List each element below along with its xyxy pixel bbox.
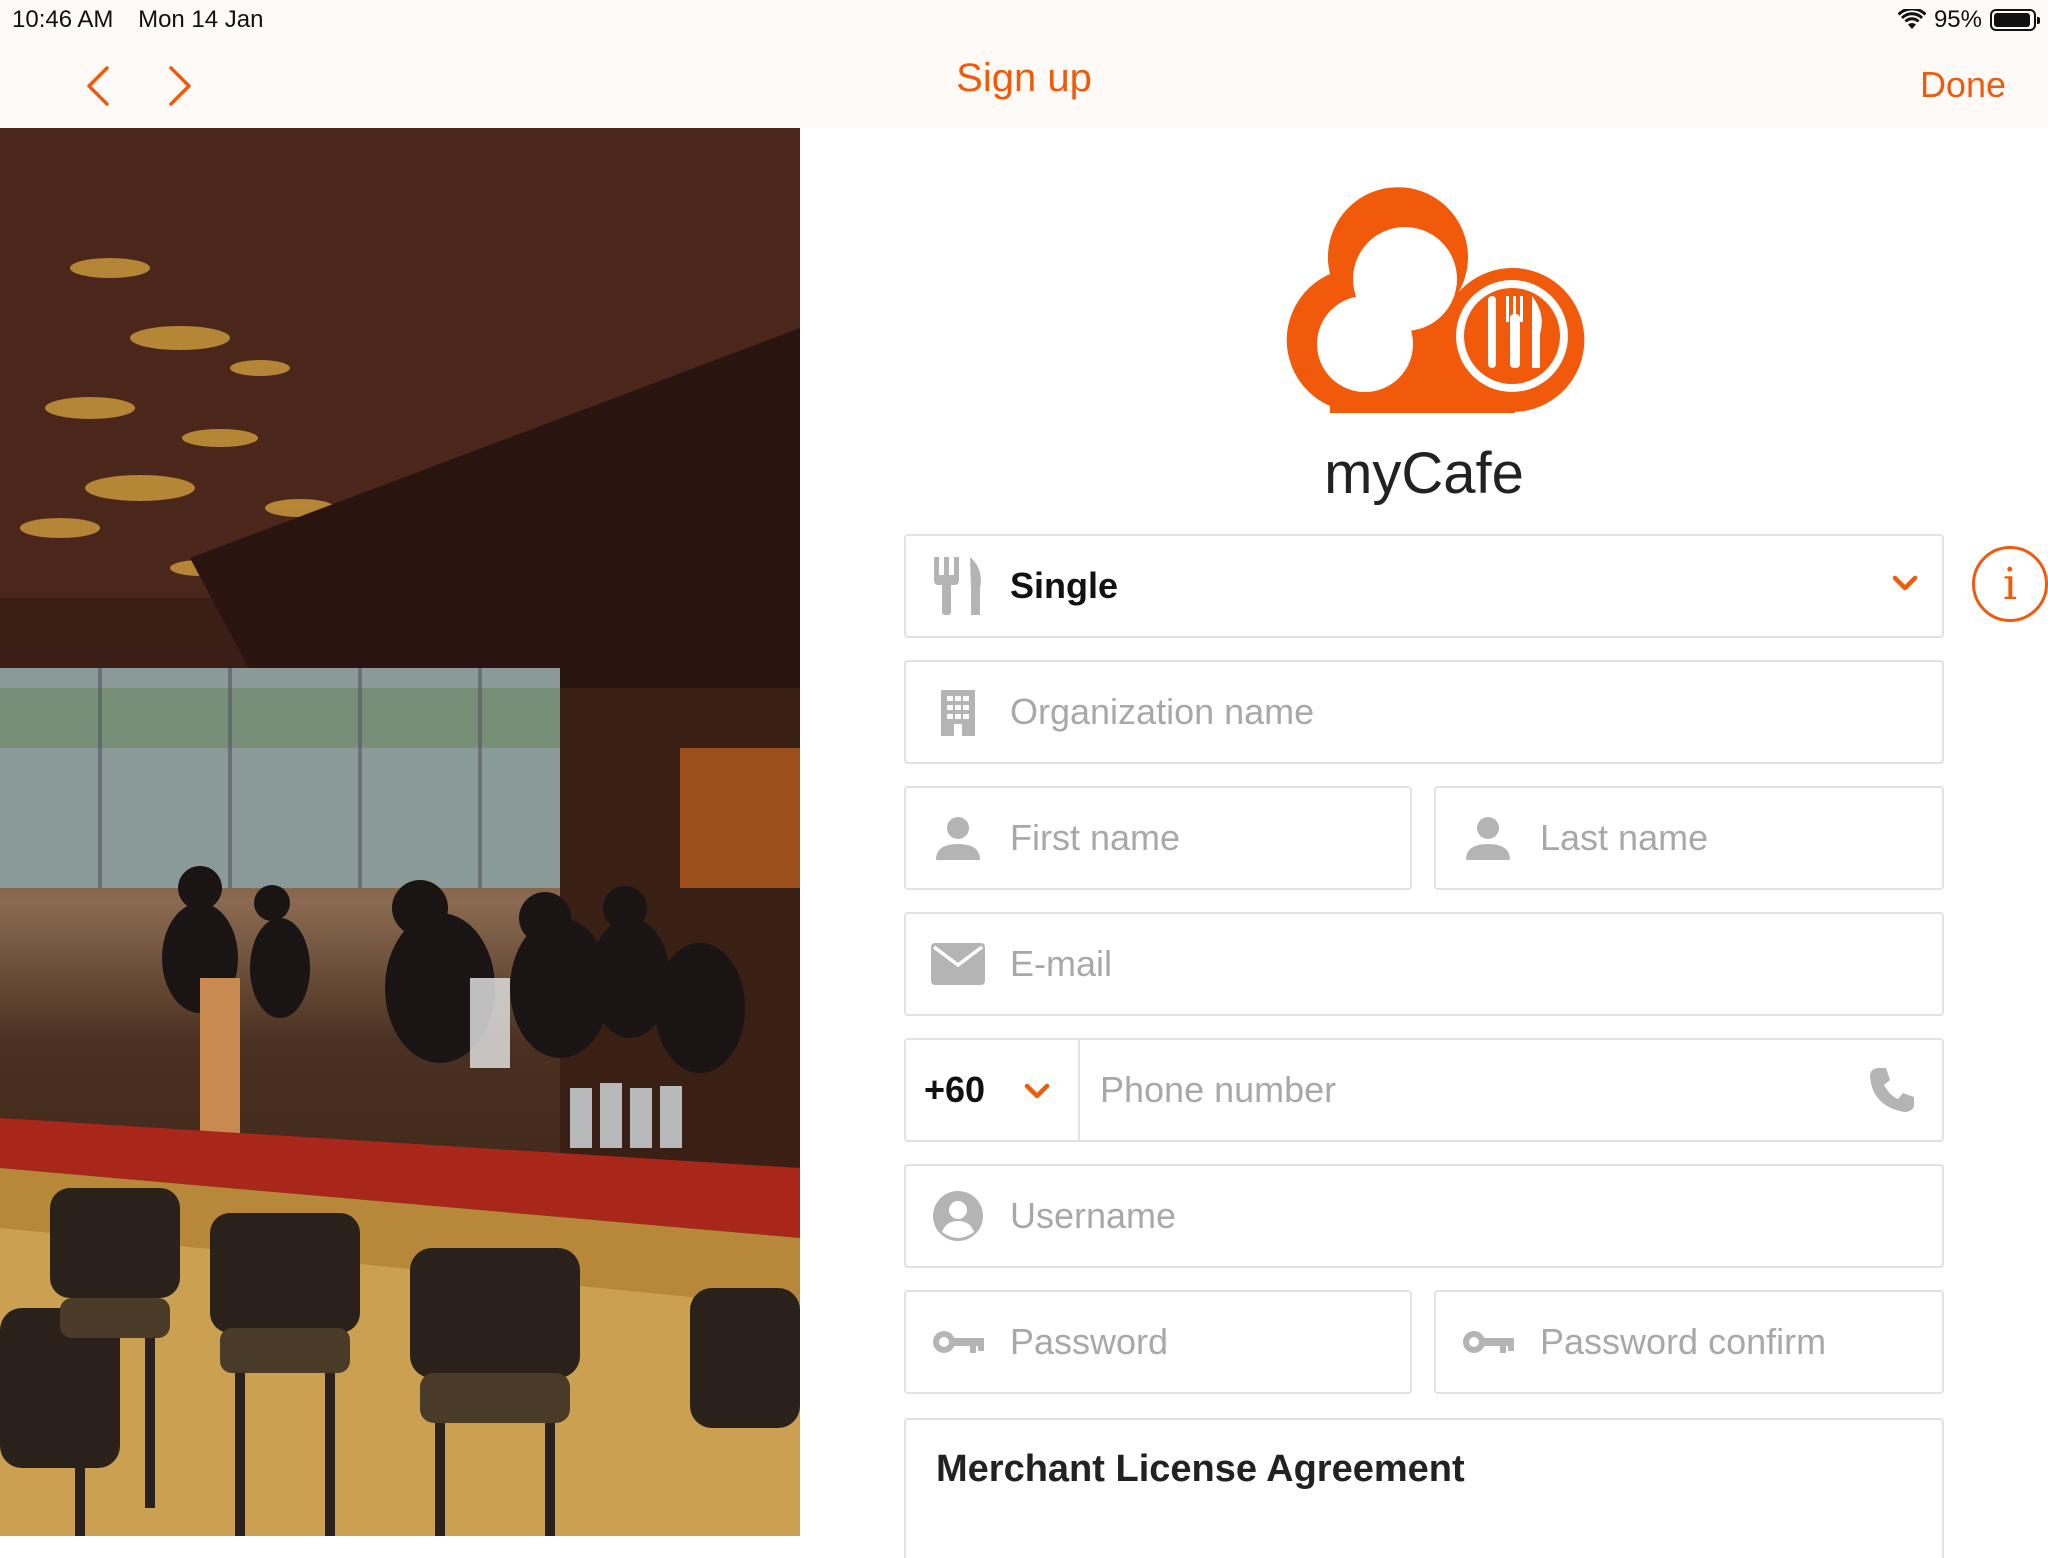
cafe-photo — [0, 128, 800, 1536]
phone-placeholder: Phone number — [1100, 1069, 1337, 1110]
key-icon — [1436, 1292, 1540, 1392]
phone-input[interactable]: Phone number — [1080, 1040, 1942, 1140]
business-type-value: Single — [1010, 565, 1119, 606]
email-placeholder: E-mail — [1010, 943, 1113, 984]
password-field[interactable]: Password — [904, 1290, 1412, 1394]
email-field[interactable]: E-mail — [904, 912, 1944, 1016]
last-name-placeholder: Last name — [1540, 817, 1709, 858]
country-code-select[interactable]: +60 — [906, 1040, 1080, 1140]
battery-fill — [1994, 13, 2031, 27]
status-date: Mon 14 Jan — [138, 6, 264, 33]
key-icon — [906, 1292, 1010, 1392]
username-placeholder: Username — [1010, 1195, 1177, 1236]
person-icon — [906, 788, 1010, 888]
info-icon: i — [2002, 558, 2018, 610]
last-name-field[interactable]: Last name — [1434, 786, 1944, 890]
password-confirm-placeholder: Password confirm — [1540, 1321, 1827, 1362]
battery-percent: 95% — [1933, 6, 1982, 33]
account-circle-icon — [906, 1166, 1010, 1266]
country-code-value: +60 — [924, 1069, 986, 1110]
first-name-field[interactable]: First name — [904, 786, 1412, 890]
restaurant-icon — [906, 536, 1010, 636]
status-left: 10:46 AM Mon 14 Jan — [12, 6, 282, 34]
chevron-down-icon — [1892, 575, 1918, 591]
first-name-placeholder: First name — [1010, 817, 1181, 858]
signup-form: myCafe Single i Organization name First … — [800, 128, 2048, 1558]
chevron-down-icon — [1024, 1083, 1050, 1099]
status-bar: 10:46 AM Mon 14 Jan 95% — [0, 0, 2048, 40]
cafe-photo-art — [0, 128, 800, 1536]
info-button[interactable]: i — [1972, 546, 2048, 622]
battery-icon — [1990, 9, 2040, 31]
business-type-select[interactable]: Single — [904, 534, 1944, 638]
envelope-icon — [906, 914, 1010, 1014]
nav-bar: Sign up Done — [0, 40, 2048, 128]
organization-field[interactable]: Organization name — [904, 660, 1944, 764]
app-name: myCafe — [1324, 441, 1524, 506]
username-field[interactable]: Username — [904, 1164, 1944, 1268]
phone-field: +60 Phone number — [904, 1038, 1944, 1142]
organization-placeholder: Organization name — [1010, 691, 1315, 732]
mycafe-logo-icon — [1286, 187, 1585, 413]
page-title: Sign up — [956, 56, 1092, 100]
wifi-icon — [1897, 9, 1926, 29]
done-button[interactable]: Done — [1920, 64, 2006, 106]
license-title: Merchant License Agreement — [936, 1448, 1465, 1490]
password-placeholder: Password — [1010, 1321, 1169, 1362]
person-icon — [1436, 788, 1540, 888]
password-confirm-field[interactable]: Password confirm — [1434, 1290, 1944, 1394]
building-icon — [906, 662, 1010, 762]
phone-icon — [1870, 1068, 1914, 1112]
status-time: 10:46 AM — [12, 6, 114, 33]
status-right: 95% — [1897, 6, 2040, 34]
license-agreement-box: Merchant License Agreement — [904, 1418, 1944, 1558]
